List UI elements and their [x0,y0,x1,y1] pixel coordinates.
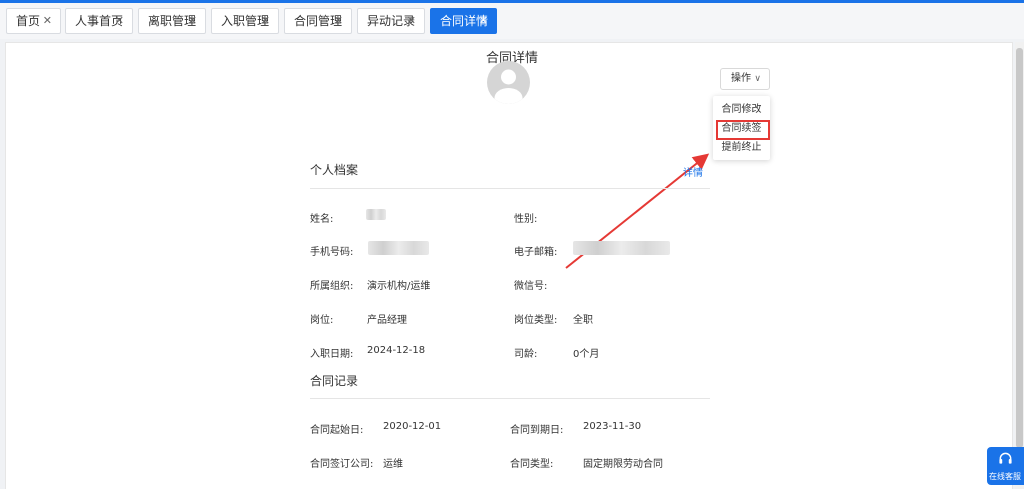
tab-contract-management[interactable]: 合同管理 ✕ [284,8,352,34]
tab-bar: 首页 ✕ 人事首页 ✕ 离职管理 ✕ 入职管理 ✕ 合同管理 ✕ 异动记录 ✕ … [0,3,1024,39]
close-icon[interactable]: ✕ [43,9,52,33]
close-icon[interactable]: ✕ [479,9,488,33]
avatar [487,61,530,104]
tab-onboarding[interactable]: 入职管理 ✕ [211,8,279,34]
tab-resignation[interactable]: 离职管理 ✕ [138,8,206,34]
tab-label: 首页 [16,14,41,28]
headset-icon [999,452,1012,464]
divider [310,398,710,399]
label-contract-type: 合同类型: [510,459,554,470]
value-contract-company: 运维 [383,459,403,470]
redacted-email [573,241,670,255]
value-hire-date: 2024-12-18 [367,345,426,356]
label-contract-company: 合同签订公司: [310,459,374,470]
close-icon[interactable]: ✕ [115,9,124,33]
close-icon[interactable]: ✕ [407,9,416,33]
label-phone: 手机号码: [310,247,354,258]
label-email: 电子邮箱: [514,247,558,258]
tab-home[interactable]: 首页 ✕ [6,8,61,34]
label-contract-end: 合同到期日: [510,425,564,436]
redacted-phone [368,241,429,255]
tab-contract-detail[interactable]: 合同详情 ✕ [430,8,497,34]
online-service-button[interactable]: 在线客服 [987,447,1024,485]
menu-item-contract-edit[interactable]: 合同修改 [713,101,770,118]
value-position: 产品经理 [367,315,407,326]
value-tenure: 0个月 [573,349,600,360]
label-wechat: 微信号: [514,281,548,292]
tab-hr-home[interactable]: 人事首页 ✕ [65,8,133,34]
section-title-profile: 个人档案 [310,163,359,177]
operations-button[interactable]: 操作 ∨ [720,68,770,90]
label-name: 姓名: [310,214,334,225]
tab-change-records[interactable]: 异动记录 ✕ [357,8,425,34]
chevron-down-icon: ∨ [754,74,761,84]
value-contract-type: 固定期限劳动合同 [583,459,663,470]
close-icon[interactable]: ✕ [188,9,197,33]
user-avatar-icon [494,69,523,104]
value-contract-end: 2023-11-30 [583,421,642,432]
label-position-type: 岗位类型: [514,315,558,326]
service-label: 在线客服 [989,472,1021,481]
label-tenure: 司龄: [514,349,538,360]
operations-label: 操作 [731,73,751,84]
value-org: 演示机构/运维 [367,281,431,292]
content-panel [5,42,1013,489]
label-org: 所属组织: [310,281,354,292]
close-icon[interactable]: ✕ [261,9,270,33]
label-hire-date: 入职日期: [310,349,354,360]
value-position-type: 全职 [573,315,593,326]
highlight-box [716,120,770,140]
value-contract-start: 2020-12-01 [383,421,442,432]
detail-link[interactable]: 详情 [683,164,703,179]
scrollbar-thumb[interactable] [1016,48,1023,448]
label-contract-start: 合同起始日: [310,425,364,436]
close-icon[interactable]: ✕ [334,9,343,33]
section-title-contract: 合同记录 [310,374,359,388]
label-gender: 性别: [514,214,538,225]
redacted-name [366,209,386,220]
label-position: 岗位: [310,315,334,326]
menu-item-early-termination[interactable]: 提前终止 [713,139,770,156]
divider [310,188,710,189]
